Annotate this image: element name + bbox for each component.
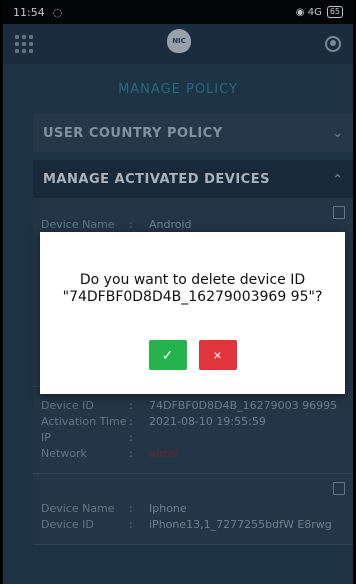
close-icon: ×	[213, 347, 222, 363]
app-screen: 11:54 ◌ ◉ 4G 65 NIC MANAGE POLICY USER C…	[3, 0, 353, 584]
dialog-buttons: ✓ ×	[40, 340, 345, 370]
dialog-message: Do you want to delete device ID "74DFBF0…	[62, 272, 323, 305]
delete-confirm-dialog: Do you want to delete device ID "74DFBF0…	[40, 232, 345, 394]
cancel-button[interactable]: ×	[198, 340, 237, 370]
confirm-button[interactable]: ✓	[148, 340, 187, 370]
check-icon: ✓	[161, 346, 174, 363]
